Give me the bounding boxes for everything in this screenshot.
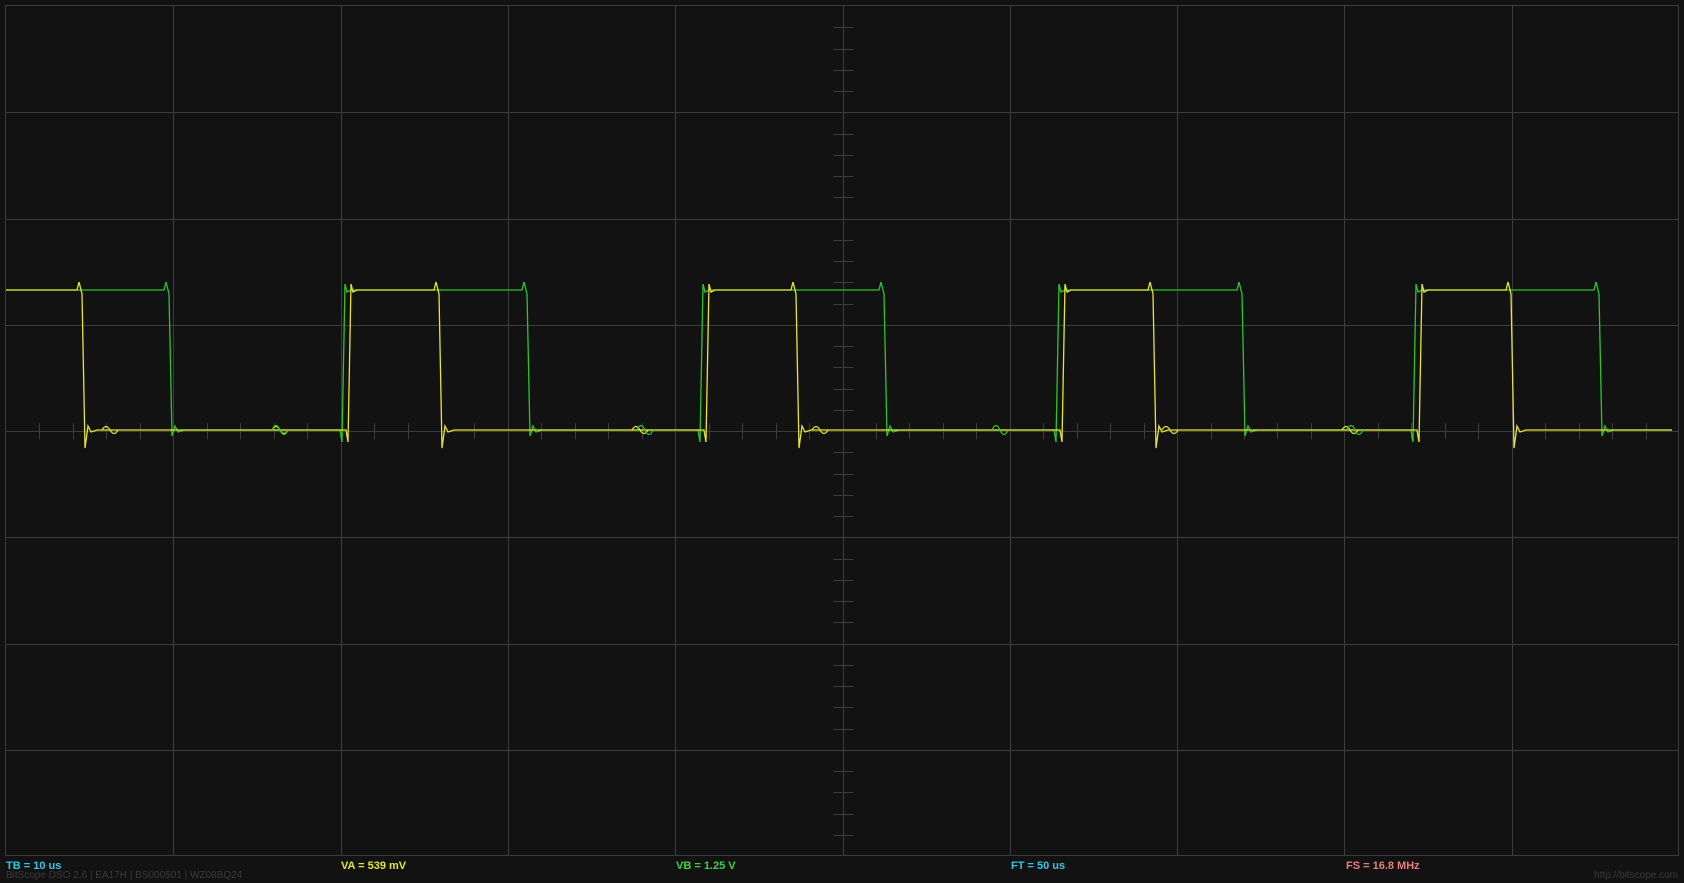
frame-time-readout: FT = 50 us	[1011, 860, 1066, 872]
scope-display	[5, 5, 1679, 856]
website-footer[interactable]: http://bitscope.com	[1594, 870, 1678, 881]
device-info-footer: BitScope DSO 2.6 | EA17H | BS000501 | WZ…	[6, 870, 243, 881]
sample-frequency-readout: FS = 16.8 MHz	[1346, 860, 1420, 872]
channel-a-volts-readout: VA = 539 mV	[341, 860, 407, 872]
channel-b-volts-readout: VB = 1.25 V	[676, 860, 736, 872]
channel-a-trace	[6, 281, 1672, 449]
